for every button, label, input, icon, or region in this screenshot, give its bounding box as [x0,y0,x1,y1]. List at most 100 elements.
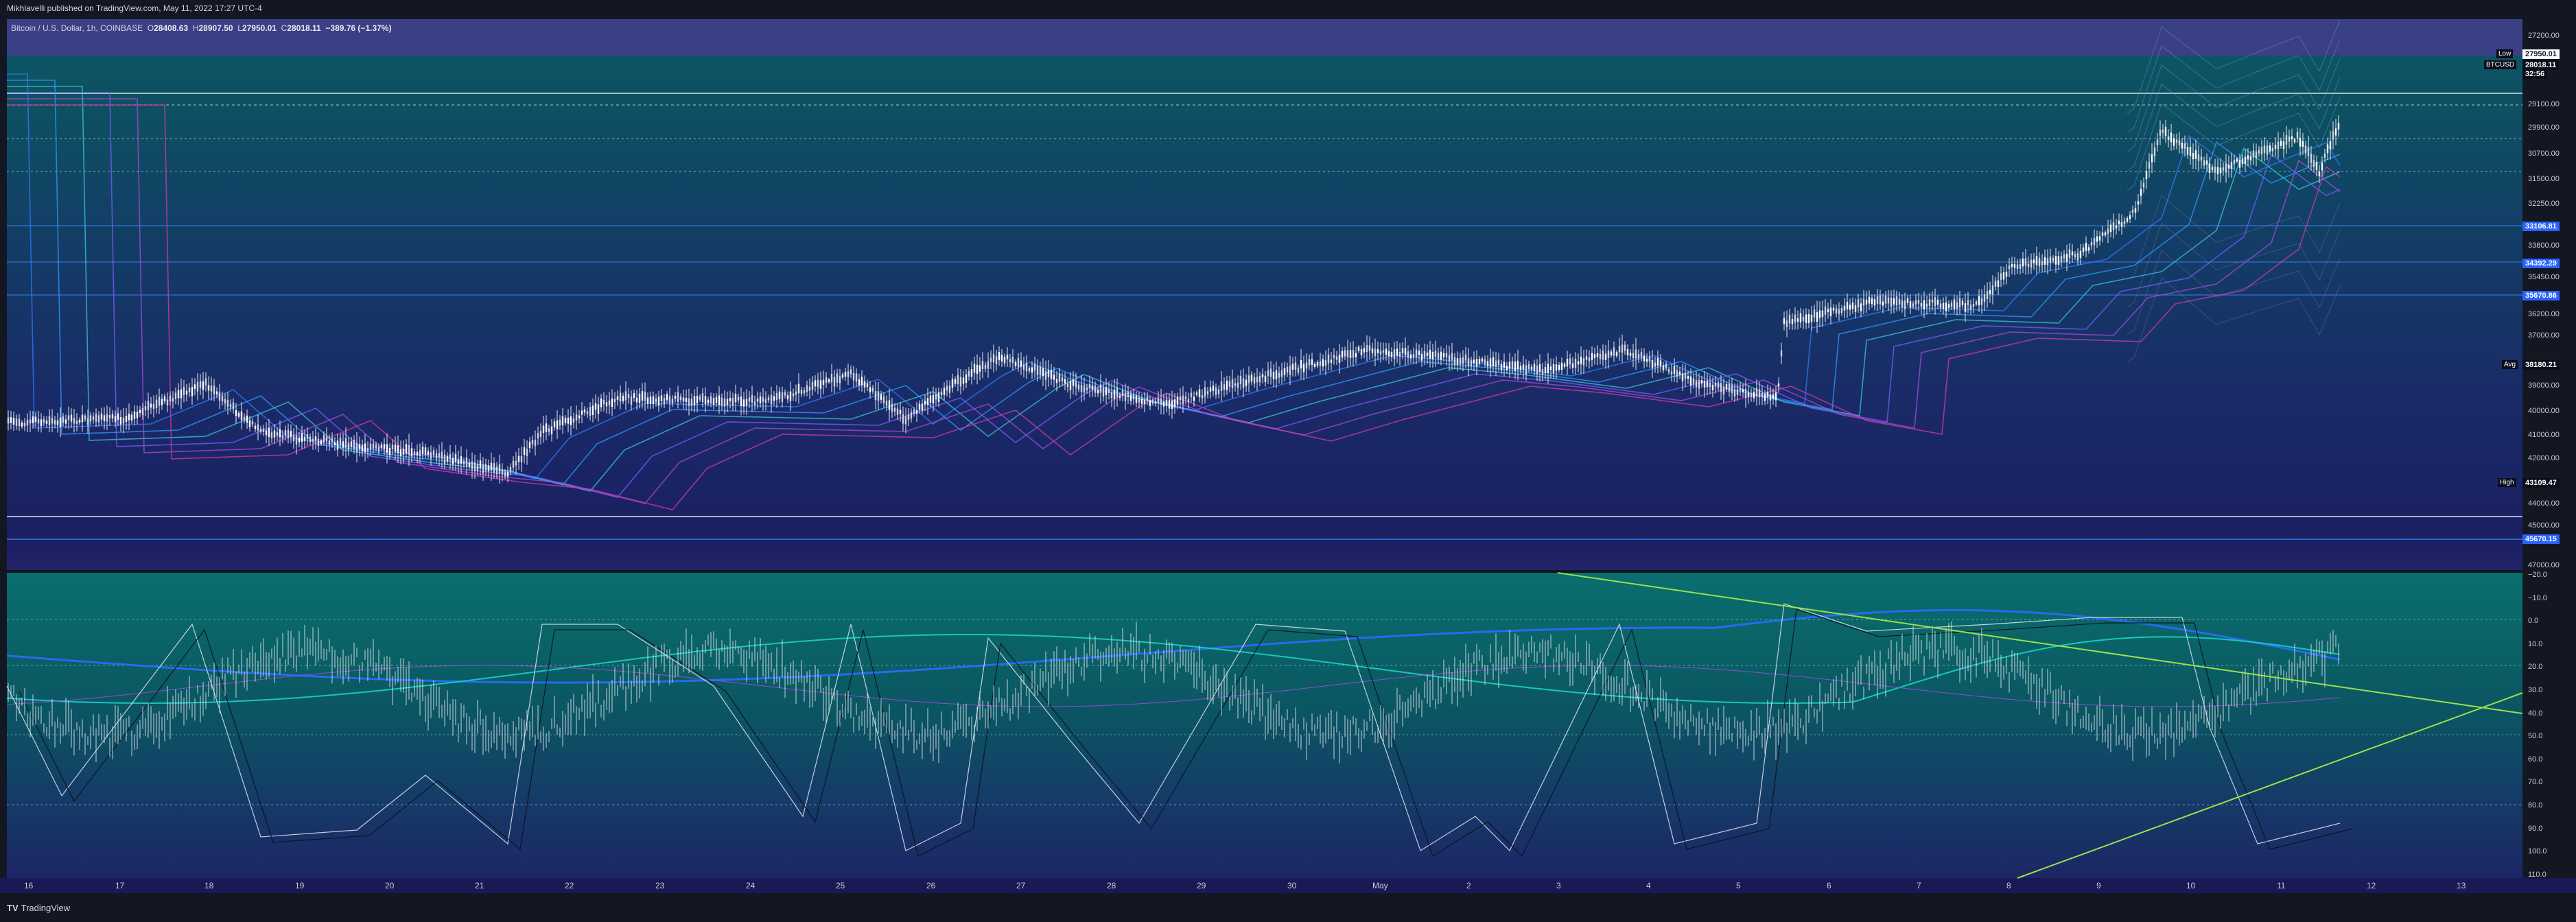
moving-average-ribbon [7,73,2341,480]
candle-body [1256,377,1258,383]
candle-body [1709,382,1711,387]
candle-body [995,356,998,364]
candle-body [600,398,602,407]
candle-body [2285,135,2288,145]
candle-body [1451,353,1453,360]
candle-body [608,400,611,406]
candle-body [2288,137,2291,142]
candle-body [1711,384,1714,390]
candle-body [946,386,948,391]
price-tick-label: 47000.00 [2528,561,2560,569]
candle-body [1731,385,1733,394]
candle-body [1409,354,1412,359]
candle-body [1777,383,1780,387]
candle-body [432,450,435,456]
candle-body [677,392,679,402]
candle-body [2178,140,2181,145]
candle-body [1308,359,1311,366]
candle-body [2107,228,2109,234]
candle-body [1514,362,1517,371]
candle-body [438,453,441,458]
candle-body [325,436,328,442]
candle-body [2035,256,2038,265]
candle-body [2013,263,2016,268]
candle-body [257,424,259,431]
candle-body [457,459,460,464]
stochastic-k-line [6,603,2341,852]
oscillator-tick-label: 60.0 [2528,755,2543,764]
candle-body [2236,158,2238,162]
candle-body [1667,368,1670,373]
candle-body [292,435,295,442]
candle-body [943,388,946,395]
candle-body [1031,367,1033,373]
candle-body [602,399,605,405]
candle-body [1525,365,1527,375]
candle-body [638,393,641,403]
candle-body [2271,147,2274,152]
candle-body [1121,390,1124,396]
candle-body [2126,218,2129,222]
candle-body [1596,353,1599,357]
candle-body [1116,388,1119,397]
candle-body [1250,375,1253,382]
candle-body [1602,351,1604,360]
candle-body [1204,387,1206,397]
candle-body [67,415,70,421]
candle-body [111,414,114,418]
candle-body [517,456,520,462]
brand-name: TradingView [21,903,71,913]
candle-body [2266,145,2269,155]
tradingview-logo[interactable]: TV TradingView [7,903,70,913]
candle-body [718,395,721,405]
envelope-band [2127,195,2341,280]
candle-body [1157,398,1160,403]
candle-body [1237,382,1239,388]
candle-body [2238,160,2241,168]
candle-body [871,388,874,392]
candle-body [1915,300,1917,305]
candle-body [284,430,287,436]
candle-body [586,411,589,414]
candle-body [836,373,839,383]
candle-body [1791,319,1794,324]
candle-body [1217,389,1220,394]
candle-body [1928,299,1931,307]
candle-body [715,397,718,403]
candle-body [1313,364,1316,367]
candle-body [333,442,336,446]
candle-body [2082,247,2085,252]
level-tag-2: 34392.29 [2522,259,2560,268]
time-tick-label: 12 [2367,881,2376,890]
candle-body [1355,353,1357,357]
candle-body [1269,368,1272,377]
candle-body [1783,318,1785,324]
candle-body [2085,243,2087,251]
candle-body [2258,150,2260,154]
candle-body [1687,375,1689,379]
candle-body [792,393,795,397]
candle-body [185,390,188,394]
candle-body [59,417,62,427]
candle-body [1102,387,1105,397]
candle-body [1022,364,1025,370]
candle-body [1352,350,1355,358]
candle-body [1099,384,1102,393]
candle-body [1086,387,1088,390]
symbol-legend[interactable]: Bitcoin / U.S. Dollar, 1h, COINBASE O284… [11,23,391,33]
candle-body [314,436,317,441]
candle-body [383,444,386,449]
candle-body [1560,362,1563,370]
candle-body [1075,381,1077,388]
candle-body [721,397,723,406]
candle-body [1110,392,1113,399]
candle-body [246,415,248,423]
candle-body [545,423,548,432]
candle-body [935,394,937,400]
candle-body [402,449,405,455]
candle-body [751,394,753,403]
candle-body [1377,348,1379,353]
candle-body [1201,395,1204,399]
candle-body [73,418,75,424]
candle-body [95,413,97,422]
